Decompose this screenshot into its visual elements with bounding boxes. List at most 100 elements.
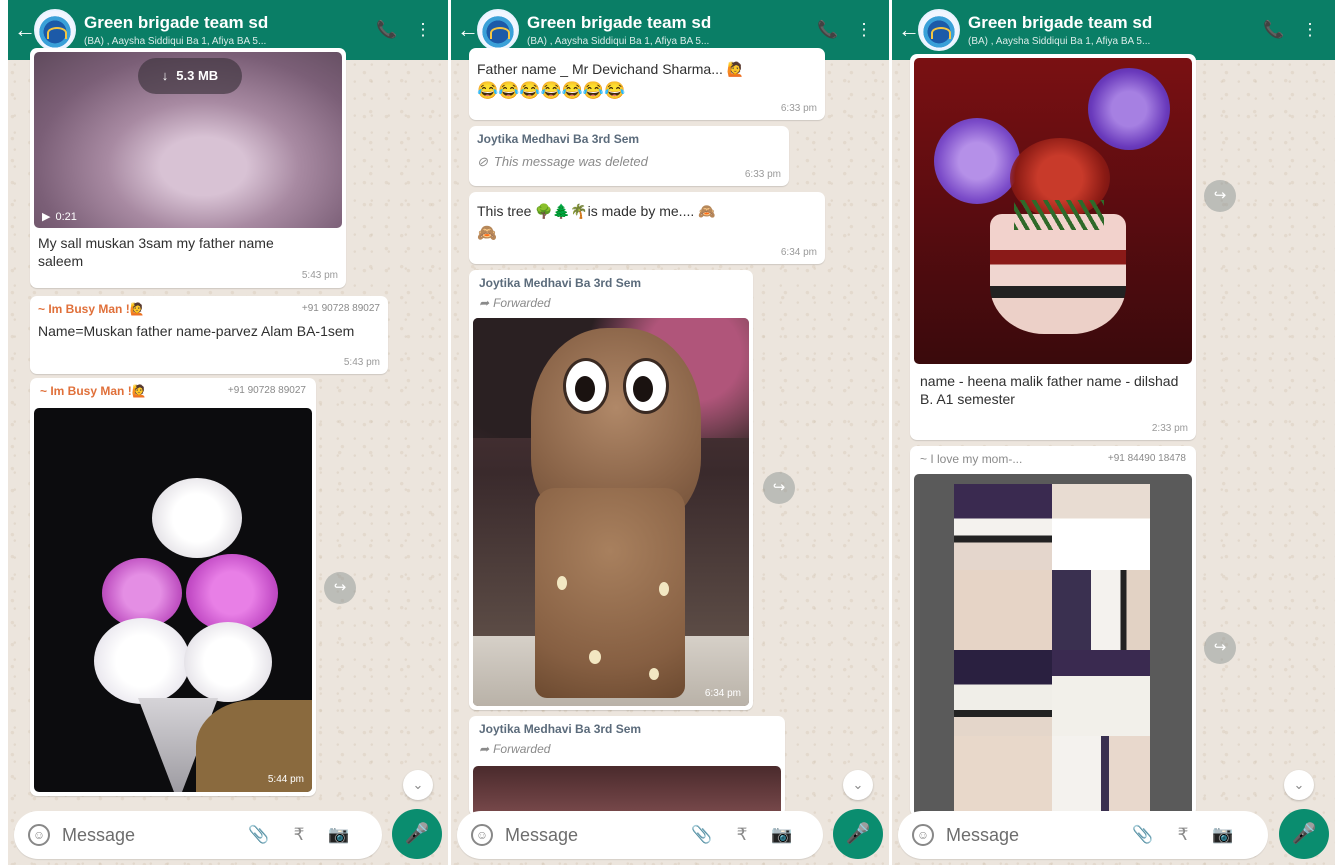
message-text: Father name _ Mr Devichand Sharma... 🙋 — [477, 61, 745, 77]
emoji-icon[interactable]: ☺ — [28, 824, 50, 846]
sender-name[interactable]: Joytika Medhavi Ba 3rd Sem — [473, 720, 781, 740]
chat-title-area[interactable]: Green brigade team sd (BA) , Aaysha Sidd… — [968, 13, 1263, 47]
payment-icon[interactable]: ₹ — [286, 825, 312, 845]
message-composer: ☺ 📎 ₹ 📷 — [457, 811, 823, 859]
menu-icon[interactable]: ⋮ — [1299, 20, 1321, 40]
share-icon[interactable]: ↪ — [1204, 180, 1236, 212]
chat-screen-1: ← Green brigade team sd (BA) , Aaysha Si… — [8, 0, 448, 865]
group-avatar[interactable] — [477, 9, 519, 51]
emoji-icon[interactable]: ☺ — [912, 824, 934, 846]
mic-icon[interactable]: 🎤 — [833, 809, 883, 859]
pen-holder-collage-image[interactable] — [914, 474, 1192, 816]
forward-icon: ➦ — [479, 295, 490, 310]
video-thumbnail[interactable]: ↓ 5.3 MB ▶ 0:21 — [34, 52, 342, 228]
message-time: 6:33 pm — [780, 103, 817, 114]
payment-icon[interactable]: ₹ — [729, 825, 755, 845]
back-arrow-icon[interactable]: ← — [898, 17, 920, 43]
camera-icon[interactable]: 📷 — [769, 825, 795, 845]
scroll-down-icon[interactable]: ⌄ — [843, 770, 873, 800]
sender-name[interactable]: ~ Im Busy Man !🙋 — [40, 384, 147, 400]
flower-bouquet-image[interactable]: 5:44 pm — [34, 408, 312, 792]
back-arrow-icon[interactable]: ← — [14, 17, 36, 43]
sender-name[interactable]: Joytika Medhavi Ba 3rd Sem — [477, 132, 781, 148]
bottle-craft-image[interactable]: 6:34 pm — [473, 318, 749, 706]
video-size: 5.3 MB — [176, 67, 219, 83]
attach-icon[interactable]: 📎 — [689, 825, 715, 845]
message-bubble[interactable]: ~ I love my mom-... +91 84490 18478 — [910, 446, 1196, 816]
message-input[interactable] — [62, 824, 232, 846]
attach-icon[interactable]: 📎 — [1130, 825, 1156, 845]
scroll-down-icon[interactable]: ⌄ — [403, 770, 433, 800]
message-bubble[interactable]: Joytika Medhavi Ba 3rd Sem ➦ Forwarded — [469, 716, 785, 816]
message-text: Name=Muskan father name-parvez Alam BA-1… — [38, 322, 355, 339]
message-emoji: 🙈 — [477, 225, 497, 243]
payment-icon[interactable]: ₹ — [1170, 825, 1196, 845]
deleted-message: ⊘ This message was deleted — [477, 154, 781, 171]
sender-name[interactable]: Joytika Medhavi Ba 3rd Sem — [473, 274, 749, 294]
chat-header: ← Green brigade team sd (BA) , Aaysha Si… — [892, 0, 1335, 60]
call-icon[interactable]: 📞 — [376, 20, 398, 40]
forwarded-label: ➦ Forwarded — [473, 740, 781, 760]
message-composer: ☺ 📎 ₹ 📷 — [14, 811, 382, 859]
emoji-icon[interactable]: ☺ — [471, 824, 493, 846]
deleted-icon: ⊘ — [477, 153, 488, 169]
back-arrow-icon[interactable]: ← — [457, 17, 479, 43]
camera-icon[interactable]: 📷 — [1210, 825, 1236, 845]
message-bubble[interactable]: ~ Im Busy Man !🙋 +91 90728 89027 5:44 pm — [30, 378, 316, 796]
call-icon[interactable]: 📞 — [817, 20, 839, 40]
message-emoji: 😂😂😂😂😂😂😂 — [477, 81, 626, 101]
message-time: 6:33 pm — [744, 169, 781, 180]
group-name: Green brigade team sd — [968, 13, 1153, 32]
sender-name[interactable]: ~ Im Busy Man !🙋 — [38, 302, 145, 318]
group-avatar[interactable] — [34, 9, 76, 51]
camera-icon[interactable]: 📷 — [326, 825, 352, 845]
message-bubble[interactable]: ~ Im Busy Man !🙋 +91 90728 89027 Name=Mu… — [30, 296, 388, 374]
message-text: name - heena malik father name - dilshad… — [920, 373, 1179, 408]
share-icon[interactable]: ↪ — [324, 572, 356, 604]
call-icon[interactable]: 📞 — [1263, 20, 1285, 40]
message-time: 5:43 pm — [343, 357, 380, 368]
message-input[interactable] — [505, 824, 675, 846]
group-members: (BA) , Aaysha Siddiqui Ba 1, Afiya BA 5.… — [84, 36, 267, 47]
chat-title-area[interactable]: Green brigade team sd (BA) , Aaysha Sidd… — [527, 13, 817, 47]
chat-title-area[interactable]: Green brigade team sd (BA) , Aaysha Sidd… — [84, 13, 376, 47]
video-duration: 0:21 — [55, 210, 77, 223]
menu-icon[interactable]: ⋮ — [412, 20, 434, 40]
message-composer: ☺ 📎 ₹ 📷 — [898, 811, 1268, 859]
sender-phone: +91 90728 89027 — [227, 385, 306, 396]
image-time: 6:34 pm — [704, 688, 741, 699]
forwarded-text: Forwarded — [493, 295, 551, 310]
message-bubble[interactable]: This tree 🌳🌲🌴is made by me.... 🙈 🙈 6:34 … — [469, 192, 825, 264]
group-members: (BA) , Aaysha Siddiqui Ba 1, Afiya BA 5.… — [527, 36, 710, 47]
message-bubble[interactable]: Joytika Medhavi Ba 3rd Sem ➦ Forwarded 6… — [469, 270, 753, 710]
forward-icon: ➦ — [479, 741, 490, 756]
message-text: My sall muskan 3sam my father name salee… — [38, 235, 274, 270]
message-bubble[interactable]: name - heena malik father name - dilshad… — [910, 54, 1196, 440]
group-name: Green brigade team sd — [527, 13, 712, 32]
sender-name[interactable]: ~ I love my mom-... — [920, 452, 1022, 468]
forwarded-image[interactable] — [473, 766, 781, 816]
download-icon: ↓ — [161, 67, 169, 83]
menu-icon[interactable]: ⋮ — [853, 20, 875, 40]
chat-screen-3: ← Green brigade team sd (BA) , Aaysha Si… — [892, 0, 1335, 865]
message-time: 5:43 pm — [301, 270, 338, 281]
scroll-down-icon[interactable]: ⌄ — [1284, 770, 1314, 800]
share-icon[interactable]: ↪ — [763, 472, 795, 504]
sender-phone: +91 84490 18478 — [1107, 453, 1186, 464]
message-bubble[interactable]: Father name _ Mr Devichand Sharma... 🙋 😂… — [469, 48, 825, 120]
message-sender: ~ Im Busy Man !🙋 +91 90728 89027 — [34, 382, 312, 402]
attach-icon[interactable]: 📎 — [246, 825, 272, 845]
group-name: Green brigade team sd — [84, 13, 269, 32]
mic-icon[interactable]: 🎤 — [1279, 809, 1329, 859]
rose-pot-image[interactable] — [914, 58, 1192, 364]
download-chip[interactable]: ↓ 5.3 MB — [138, 58, 242, 94]
group-avatar[interactable] — [918, 9, 960, 51]
message-input[interactable] — [946, 824, 1116, 846]
share-icon[interactable]: ↪ — [1204, 632, 1236, 664]
message-bubble[interactable]: Joytika Medhavi Ba 3rd Sem ⊘ This messag… — [469, 126, 789, 186]
forwarded-label: ➦ Forwarded — [473, 294, 749, 314]
sender-phone: +91 90728 89027 — [301, 303, 380, 314]
mic-icon[interactable]: 🎤 — [392, 809, 442, 859]
message-time: 6:34 pm — [780, 247, 817, 258]
message-bubble[interactable]: ↓ 5.3 MB ▶ 0:21 My sall muskan 3sam my f… — [30, 48, 346, 288]
